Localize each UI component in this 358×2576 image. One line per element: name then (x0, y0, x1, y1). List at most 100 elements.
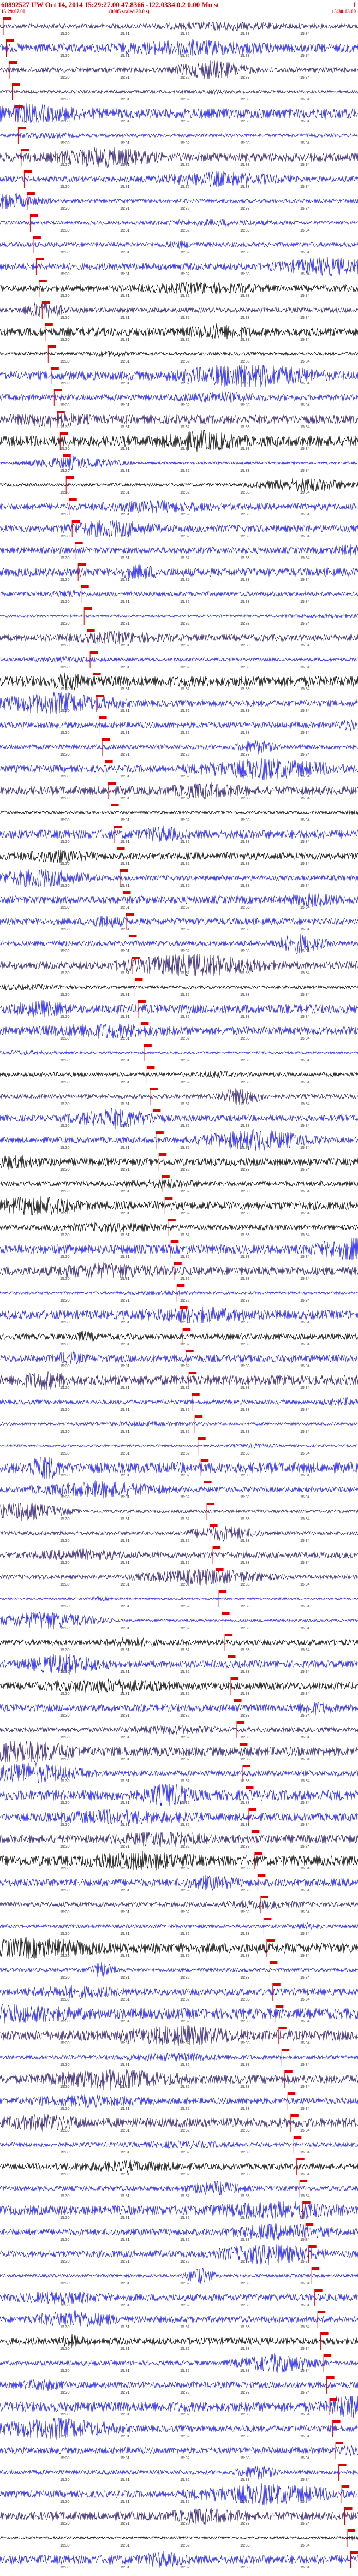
time-tick-label: 15:33 (240, 1277, 250, 1281)
time-tick-label: 15:34 (300, 272, 310, 276)
time-tick-label: 15:34 (300, 1190, 310, 1194)
time-tick-label: 15:34 (300, 32, 310, 36)
time-tick-label: 15:30 (60, 491, 70, 495)
phase-pick-marker (45, 323, 53, 326)
time-tick-label: 15:30 (60, 272, 70, 276)
time-tick-label: 15:30 (60, 666, 70, 669)
time-tick-label: 15:32 (180, 622, 190, 626)
trace-row: 15:30 15:31 15:32 15:33 15:34 (0, 605, 358, 627)
trace-row: 15:30 15:31 15:32 15:33 15:34 (0, 277, 358, 299)
time-tick-label: 15:34 (300, 1430, 310, 1434)
trace-row: 15:30 15:31 15:32 15:33 15:34 (0, 2308, 358, 2330)
time-tick-label: 15:34 (300, 185, 310, 189)
time-tick-label: 15:33 (240, 840, 250, 844)
trace-row: 15:30 15:31 15:32 15:33 15:34 (0, 408, 358, 430)
time-tick-label: 15:34 (300, 687, 310, 691)
time-tick-label: 15:31 (120, 1998, 130, 2002)
time-tick-label: 15:34 (300, 2151, 310, 2154)
time-tick-label: 15:33 (240, 294, 250, 298)
time-tick-label: 15:30 (60, 644, 70, 648)
time-tick-label: 15:32 (180, 316, 190, 320)
time-tick-label: 15:33 (240, 2194, 250, 2198)
trace-row: 15:30 15:31 15:32 15:33 15:34 (0, 1500, 358, 1522)
time-tick-label: 15:34 (300, 120, 310, 123)
waveform-line (0, 564, 358, 579)
time-tick-label: 15:30 (60, 1059, 70, 1063)
time-tick-label: 15:32 (180, 840, 190, 844)
phase-pick-marker (159, 1153, 167, 1156)
time-tick-label: 15:34 (300, 2063, 310, 2067)
trace-row: 15:30 15:31 15:32 15:33 15:34 (0, 1566, 358, 1588)
phase-pick-marker (348, 2529, 355, 2532)
time-tick-label: 15:33 (240, 207, 250, 211)
time-tick-label: 15:33 (240, 2020, 250, 2023)
time-tick-label: 15:32 (180, 1932, 190, 1936)
trace-row: 15:30 15:31 15:32 15:33 15:34 (0, 2461, 358, 2483)
time-tick-label: 15:33 (240, 1736, 250, 1740)
time-tick-label: 15:31 (120, 928, 130, 931)
time-tick-label: 15:32 (180, 1386, 190, 1390)
waveform-line (0, 1351, 358, 1365)
time-tick-label: 15:32 (180, 141, 190, 145)
trace-row: 15:30 15:31 15:32 15:33 15:34 (0, 496, 358, 518)
trace-row: 15:30 15:31 15:32 15:33 15:34 (0, 343, 358, 365)
trace-row: 15:30 15:31 15:32 15:33 15:34 (0, 1435, 358, 1457)
time-tick-label: 15:34 (300, 2194, 310, 2198)
time-tick-label: 15:33 (240, 2041, 250, 2045)
phase-pick-marker (302, 2201, 311, 2204)
time-tick-label: 15:34 (300, 76, 310, 80)
time-tick-label: 15:31 (120, 2216, 130, 2220)
time-tick-label: 15:32 (180, 1998, 190, 2002)
time-tick-label: 15:30 (60, 535, 70, 538)
phase-pick-marker (237, 1721, 244, 1724)
time-tick-label: 15:32 (180, 32, 190, 36)
phase-pick-marker (231, 1677, 238, 1680)
phase-pick-marker (290, 2114, 299, 2117)
time-tick-label: 15:33 (240, 1605, 250, 1608)
phase-pick-marker (276, 2005, 284, 2008)
time-tick-label: 15:34 (300, 1692, 310, 1696)
waveform-line (0, 1985, 358, 1999)
time-tick-label: 15:30 (60, 993, 70, 997)
phase-pick-marker (93, 673, 101, 675)
phase-pick-marker (234, 1699, 242, 1702)
time-tick-label: 15:33 (240, 1059, 250, 1063)
phase-pick-marker (243, 1765, 250, 1767)
time-tick-label: 15:31 (120, 1059, 130, 1063)
time-tick-label: 15:33 (240, 1124, 250, 1128)
time-tick-label: 15:33 (240, 1190, 250, 1194)
time-tick-label: 15:31 (120, 1889, 130, 1892)
time-tick-label: 15:30 (60, 1190, 70, 1194)
time-tick-label: 15:33 (240, 1474, 250, 1477)
trace-row: 15:30 15:31 15:32 15:33 15:34 (0, 933, 358, 954)
time-tick-label: 15:33 (240, 2151, 250, 2154)
trace-row: 15:30 15:31 15:32 15:33 15:34 (0, 2068, 358, 2090)
time-tick-label: 15:33 (240, 185, 250, 189)
time-tick-label: 15:33 (240, 1321, 250, 1325)
time-tick-label: 15:34 (300, 1714, 310, 1718)
waveform-line (0, 893, 358, 907)
time-tick-label: 15:33 (240, 2456, 250, 2460)
phase-pick-marker (300, 2180, 308, 2182)
trace-row: 15:30 15:31 15:32 15:33 15:34 (0, 2418, 358, 2440)
trace-row: 15:30 15:31 15:32 15:33 15:34 (0, 1937, 358, 1959)
time-tick-label: 15:32 (180, 1714, 190, 1718)
time-tick-label: 15:34 (300, 1583, 310, 1587)
waveform-line (0, 1725, 358, 1735)
time-tick-label: 15:30 (60, 1714, 70, 1718)
phase-pick-marker (284, 2070, 293, 2073)
trace-row: 15:30 15:31 15:32 15:33 15:34 (0, 2287, 358, 2308)
time-tick-label: 15:30 (60, 360, 70, 364)
phase-pick-marker (162, 1175, 170, 1178)
trace-row: 15:30 15:31 15:32 15:33 15:34 (0, 1064, 358, 1085)
time-tick-label: 15:31 (120, 1517, 130, 1521)
time-tick-label: 15:33 (240, 141, 250, 145)
phase-pick-marker (150, 1088, 158, 1090)
phase-pick-marker (294, 2136, 302, 2139)
time-tick-label: 15:33 (240, 2347, 250, 2351)
time-tick-label: 15:32 (180, 2413, 190, 2417)
time-tick-label: 15:30 (60, 1452, 70, 1456)
time-tick-label: 15:32 (180, 1430, 190, 1434)
time-tick-label: 15:31 (120, 1452, 130, 1456)
time-tick-label: 15:33 (240, 272, 250, 276)
